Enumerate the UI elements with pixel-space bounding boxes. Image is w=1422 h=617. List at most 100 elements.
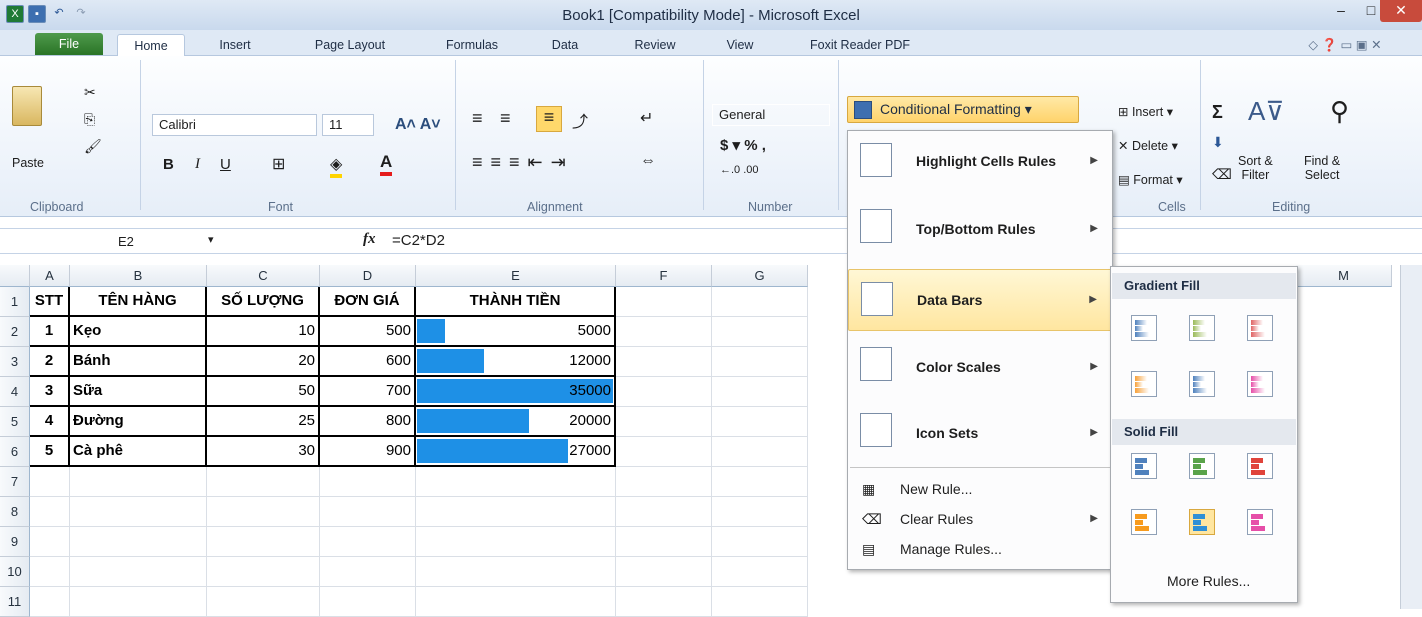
- cell[interactable]: [416, 497, 616, 527]
- cell[interactable]: 20: [207, 347, 320, 377]
- cell[interactable]: 10: [207, 317, 320, 347]
- cell[interactable]: [30, 527, 70, 557]
- cell[interactable]: [416, 527, 616, 557]
- fx-icon[interactable]: fx: [363, 231, 376, 248]
- cell[interactable]: [616, 467, 712, 497]
- cell[interactable]: [712, 497, 808, 527]
- tab-page-layout[interactable]: Page Layout: [295, 34, 405, 56]
- cell[interactable]: [70, 467, 207, 497]
- row-header-7[interactable]: 7: [0, 467, 30, 497]
- cell[interactable]: [320, 467, 416, 497]
- cell[interactable]: [207, 557, 320, 587]
- grow-font-icon[interactable]: A˄ A˅: [395, 116, 441, 134]
- sort-filter-icon[interactable]: A⊽: [1248, 96, 1284, 127]
- conditional-formatting-button[interactable]: Conditional Formatting ▾: [847, 96, 1079, 123]
- cell[interactable]: [712, 437, 808, 467]
- cell[interactable]: [616, 287, 712, 317]
- fill-icon[interactable]: ⬇: [1212, 134, 1224, 151]
- cell[interactable]: Cà phê: [70, 437, 207, 467]
- clear-icon[interactable]: ⌫: [1212, 166, 1232, 183]
- col-header-e[interactable]: E: [416, 265, 616, 287]
- gradient-databar-icon[interactable]: [1131, 371, 1157, 397]
- cell[interactable]: [712, 527, 808, 557]
- cell[interactable]: [416, 467, 616, 497]
- align-bottom-icon[interactable]: ≡: [536, 106, 562, 132]
- gradient-databar-icon[interactable]: [1189, 315, 1215, 341]
- cell[interactable]: 600: [320, 347, 416, 377]
- cell[interactable]: 900: [320, 437, 416, 467]
- align-top-icon[interactable]: ≡: [472, 108, 483, 129]
- cell[interactable]: STT: [30, 287, 70, 317]
- cell[interactable]: 500: [320, 317, 416, 347]
- solid-databar-icon[interactable]: [1131, 453, 1157, 479]
- cell[interactable]: [70, 497, 207, 527]
- cell[interactable]: [712, 557, 808, 587]
- window-controls-icon[interactable]: ◇ ❓ ▭ ▣ ✕: [1280, 34, 1410, 56]
- menu-color-scales[interactable]: Color Scales ▶: [848, 335, 1112, 397]
- cell[interactable]: [30, 587, 70, 617]
- font-name-select[interactable]: Calibri: [152, 114, 317, 136]
- col-header-b[interactable]: B: [70, 265, 207, 287]
- cell[interactable]: 25: [207, 407, 320, 437]
- paste-label[interactable]: Paste: [12, 156, 44, 170]
- underline-button[interactable]: U: [220, 156, 231, 173]
- menu-top-bottom-rules[interactable]: Top/Bottom Rules ▶: [848, 197, 1112, 259]
- tab-insert[interactable]: Insert: [205, 34, 265, 56]
- menu-icon-sets[interactable]: Icon Sets ▶: [848, 401, 1112, 463]
- cell[interactable]: Sữa: [70, 377, 207, 407]
- solid-databar-icon[interactable]: [1131, 509, 1157, 535]
- cell[interactable]: [616, 497, 712, 527]
- find-select-button[interactable]: Find & Select: [1304, 154, 1340, 182]
- gradient-databar-icon[interactable]: [1247, 315, 1273, 341]
- tab-file[interactable]: File: [35, 33, 103, 55]
- cell[interactable]: [320, 557, 416, 587]
- format-painter-icon[interactable]: 🖌: [84, 138, 102, 155]
- row-header-6[interactable]: 6: [0, 437, 30, 467]
- menu-clear-rules[interactable]: ⌫ Clear Rules ▶: [848, 505, 1112, 535]
- name-box-dropdown-icon[interactable]: ▾: [208, 233, 214, 246]
- cell[interactable]: [712, 287, 808, 317]
- name-box[interactable]: E2: [28, 232, 228, 252]
- formula-input[interactable]: =C2*D2: [392, 232, 445, 249]
- cell[interactable]: [616, 437, 712, 467]
- cell[interactable]: [70, 587, 207, 617]
- row-header-9[interactable]: 9: [0, 527, 30, 557]
- cell[interactable]: ĐƠN GIÁ: [320, 287, 416, 317]
- close-icon[interactable]: ✕: [1380, 0, 1422, 22]
- cell[interactable]: 5000: [416, 317, 616, 347]
- cell[interactable]: 700: [320, 377, 416, 407]
- fill-color-icon[interactable]: ◈: [330, 154, 343, 178]
- solid-databar-icon[interactable]: [1247, 453, 1273, 479]
- col-header-g[interactable]: G: [712, 265, 808, 287]
- solid-databar-icon[interactable]: [1189, 509, 1215, 535]
- menu-highlight-cells-rules[interactable]: Highlight Cells Rules ▶: [848, 131, 1112, 193]
- align-middle-icon[interactable]: ≡: [500, 108, 511, 129]
- cell[interactable]: [712, 377, 808, 407]
- paste-icon[interactable]: [12, 86, 42, 126]
- menu-data-bars[interactable]: Data Bars ▶: [848, 269, 1112, 331]
- cell[interactable]: 30: [207, 437, 320, 467]
- number-format-select[interactable]: General: [712, 104, 830, 126]
- cell[interactable]: [712, 317, 808, 347]
- cell[interactable]: [320, 527, 416, 557]
- cell[interactable]: [616, 587, 712, 617]
- cell[interactable]: [30, 467, 70, 497]
- row-header-4[interactable]: 4: [0, 377, 30, 407]
- row-header-10[interactable]: 10: [0, 557, 30, 587]
- row-header-5[interactable]: 5: [0, 407, 30, 437]
- bold-button[interactable]: B: [163, 156, 174, 173]
- cell[interactable]: [207, 527, 320, 557]
- row-header-8[interactable]: 8: [0, 497, 30, 527]
- wrap-text-icon[interactable]: ↵: [640, 108, 653, 128]
- merge-icon[interactable]: ⇔: [640, 152, 656, 170]
- cell[interactable]: [416, 587, 616, 617]
- cell[interactable]: 2: [30, 347, 70, 377]
- cell[interactable]: [616, 347, 712, 377]
- row-header-3[interactable]: 3: [0, 347, 30, 377]
- cell[interactable]: [30, 557, 70, 587]
- cell[interactable]: [712, 467, 808, 497]
- tab-view[interactable]: View: [715, 34, 765, 56]
- find-select-icon[interactable]: ⚲: [1330, 96, 1349, 127]
- tab-home[interactable]: Home: [117, 34, 185, 57]
- cell[interactable]: [712, 347, 808, 377]
